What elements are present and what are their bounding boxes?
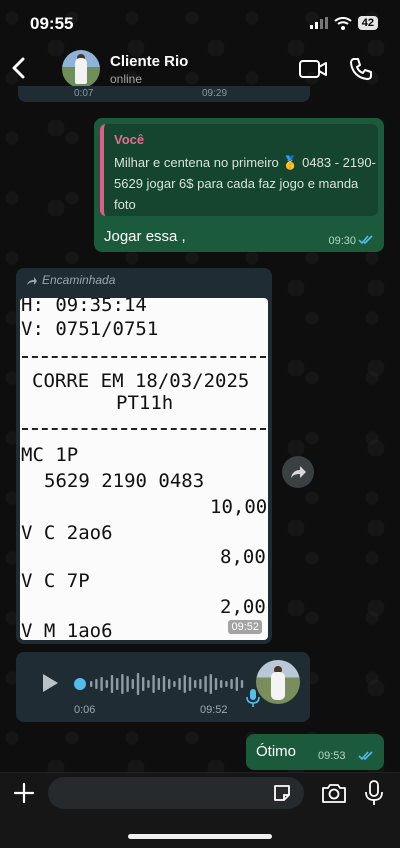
microphone-icon[interactable] xyxy=(364,779,384,807)
sticker-icon[interactable] xyxy=(272,783,292,803)
forwarded-text: Encaminhada xyxy=(42,273,116,287)
status-bar: 09:55 42 xyxy=(0,0,400,46)
voice-message[interactable]: 0:06 09:52 xyxy=(16,652,310,722)
message-time: 09:30 xyxy=(328,235,356,247)
double-check-read-icon xyxy=(358,235,373,245)
waveform-bar xyxy=(235,677,238,691)
waveform-bar xyxy=(116,678,119,690)
receipt-divider xyxy=(22,428,266,430)
contact-status: online xyxy=(110,72,143,86)
waveform-bar xyxy=(178,678,181,690)
message-time: 09:53 xyxy=(318,750,346,762)
home-indicator xyxy=(128,834,272,839)
waveform-bar xyxy=(188,677,192,691)
outgoing-message[interactable]: Ótimo 09:53 xyxy=(246,734,384,770)
message-time: 09:52 xyxy=(200,704,228,716)
receipt-line: 10,00 xyxy=(210,496,268,518)
wifi-icon xyxy=(334,16,352,30)
quote-text: Milhar e centena no primeiro 🥇 0483 - 21… xyxy=(114,155,376,212)
message-time: 09:52 xyxy=(228,620,262,634)
waveform-bar xyxy=(173,681,176,687)
message-input[interactable] xyxy=(48,777,304,809)
receipt-line: 5629 2190 0483 xyxy=(44,470,205,492)
camera-icon[interactable] xyxy=(320,781,348,805)
contact-avatar[interactable] xyxy=(62,50,100,88)
play-icon[interactable] xyxy=(40,672,60,694)
forwarded-image-message[interactable]: Encaminhada H: 09:35:14 V: 0751/0751 COR… xyxy=(16,268,272,644)
waveform-bar xyxy=(162,676,166,692)
forward-arrow-icon xyxy=(27,277,37,285)
waveform-bar xyxy=(183,675,186,693)
sender-avatar xyxy=(256,660,300,704)
status-time: 09:55 xyxy=(30,14,74,33)
phone-icon[interactable] xyxy=(348,56,374,82)
waveform-bar xyxy=(225,681,228,687)
receipt-line: CORRE EM 18/03/2025 xyxy=(32,370,250,392)
waveform-bar xyxy=(168,679,171,689)
receipt-image[interactable]: H: 09:35:14 V: 0751/0751 CORRE EM 18/03/… xyxy=(20,298,268,640)
receipt-line: V C 7P xyxy=(21,570,90,592)
receipt-line: MC 1P xyxy=(21,444,79,466)
microphone-icon xyxy=(246,689,260,707)
waveform-bar xyxy=(131,679,134,689)
waveform-bar xyxy=(240,680,244,688)
receipt-line: H: 09:35:14 xyxy=(21,298,147,316)
waveform-bar xyxy=(142,677,145,691)
playback-scrubber[interactable] xyxy=(74,678,86,690)
waveform-bar xyxy=(220,680,223,688)
share-forward-button[interactable] xyxy=(282,456,314,488)
signal-icon xyxy=(309,17,328,29)
waveform-bar xyxy=(95,679,98,689)
double-check-read-icon xyxy=(358,751,373,761)
message-text: Jogar essa , xyxy=(104,228,186,245)
audio-waveform[interactable] xyxy=(90,670,250,698)
waveform-bar xyxy=(105,680,108,688)
waveform-bar xyxy=(209,674,212,694)
previous-voice-bubble[interactable]: 0:07 09:29 xyxy=(18,86,310,102)
receipt-line: V M 1ao6 xyxy=(21,620,113,640)
waveform-bar xyxy=(90,681,93,687)
quote-author: Você xyxy=(114,132,145,147)
message-text: Ótimo xyxy=(256,743,297,760)
waveform-bar xyxy=(199,679,202,689)
waveform-bar xyxy=(147,680,150,688)
waveform-bar xyxy=(157,678,160,690)
waveform-bar xyxy=(121,674,124,694)
battery-indicator: 42 xyxy=(357,16,378,30)
status-icons: 42 xyxy=(309,16,378,30)
receipt-divider xyxy=(22,356,266,358)
plus-icon[interactable] xyxy=(12,781,36,805)
previous-voice-time: 09:29 xyxy=(202,88,228,99)
receipt-line: PT11h xyxy=(116,392,174,414)
waveform-bar xyxy=(110,675,114,693)
waveform-bar xyxy=(152,675,155,693)
waveform-bar xyxy=(126,676,129,692)
waveform-bar xyxy=(136,673,140,695)
waveform-bar xyxy=(194,680,197,688)
forwarded-label: Encaminhada xyxy=(26,273,115,287)
voice-position: 0:06 xyxy=(74,704,96,716)
waveform-bar xyxy=(230,679,233,689)
outgoing-reply-message[interactable]: Você Milhar e centena no primeiro 🥇 0483… xyxy=(94,118,384,252)
receipt-line: 8,00 xyxy=(220,546,266,568)
contact-name[interactable]: Cliente Rio xyxy=(110,53,188,70)
video-camera-icon[interactable] xyxy=(298,58,328,80)
share-arrow-icon xyxy=(291,466,306,478)
chevron-left-icon[interactable] xyxy=(8,54,30,82)
quoted-message[interactable]: Você Milhar e centena no primeiro 🥇 0483… xyxy=(100,124,378,216)
receipt-line: 2,00 xyxy=(220,596,266,618)
waveform-bar xyxy=(214,678,218,690)
receipt-line: V C 2ao6 xyxy=(21,522,113,544)
waveform-bar xyxy=(100,677,103,691)
waveform-bar xyxy=(204,676,207,692)
previous-voice-start: 0:07 xyxy=(74,88,94,99)
receipt-line: V: 0751/0751 xyxy=(21,318,159,340)
